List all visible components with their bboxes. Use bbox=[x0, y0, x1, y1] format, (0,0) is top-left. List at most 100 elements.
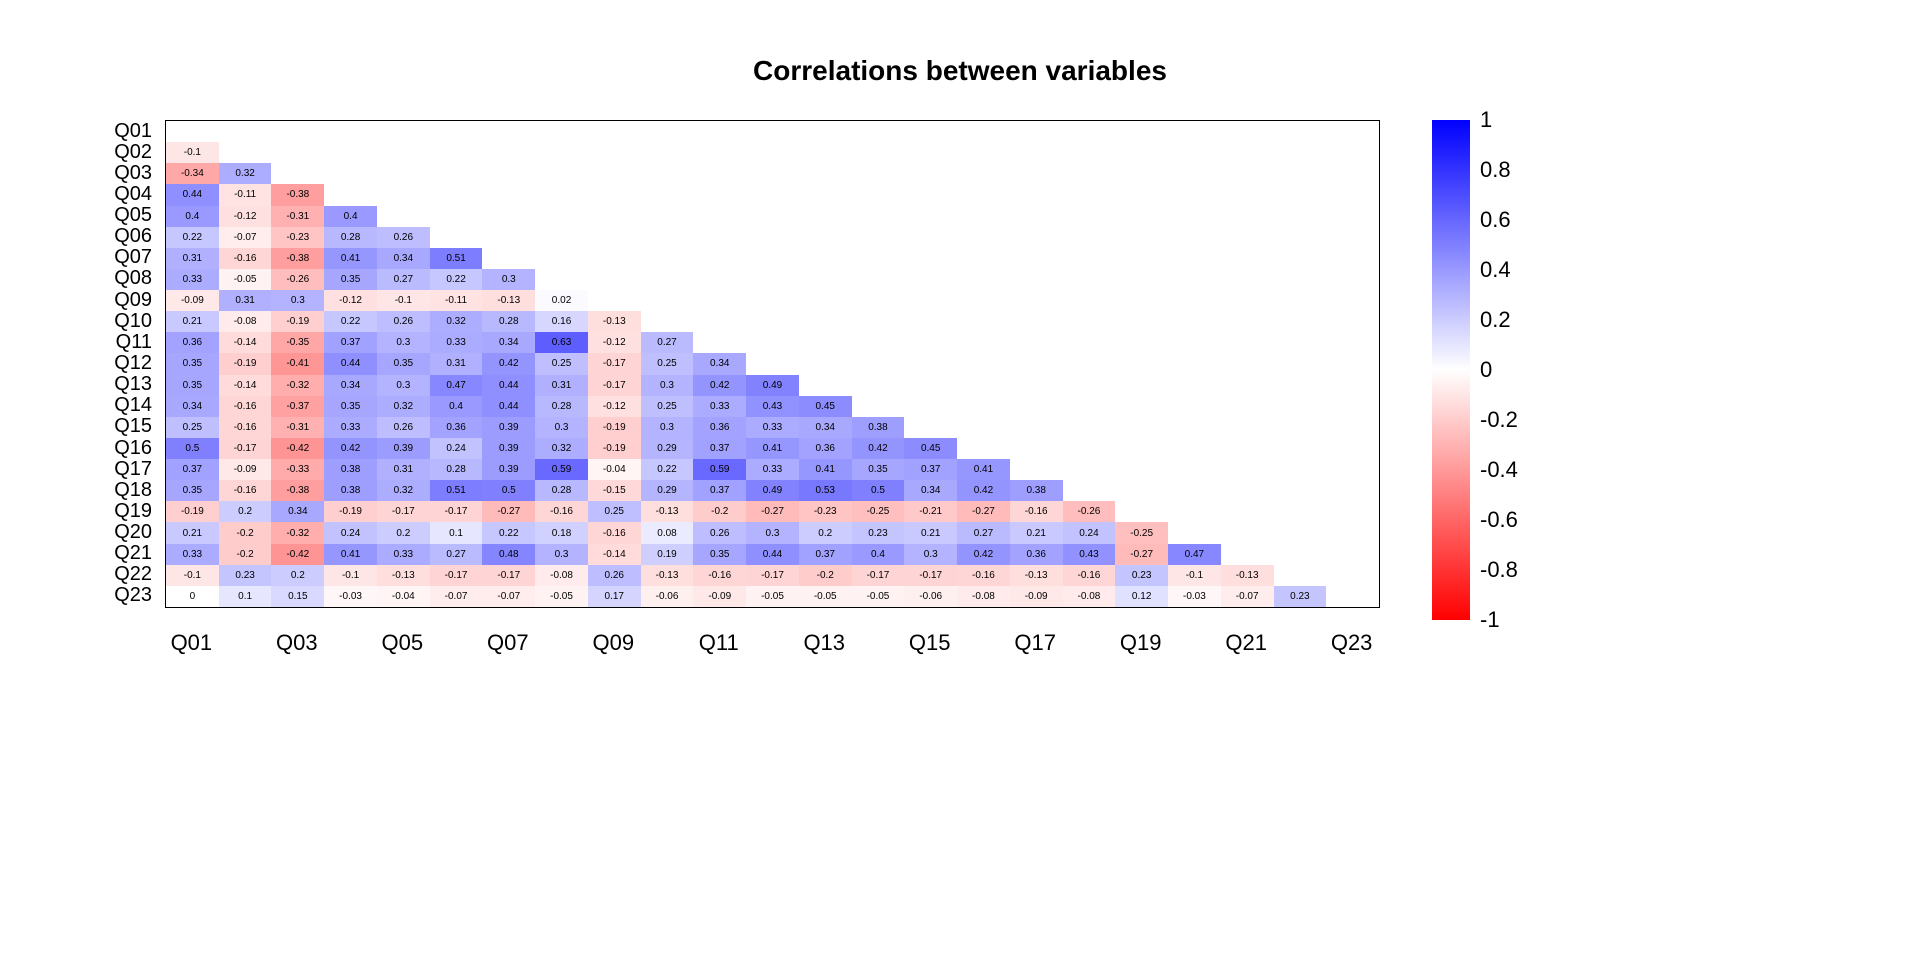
heatmap-cell: -0.19 bbox=[588, 417, 641, 438]
heatmap-cell: 0.28 bbox=[430, 459, 483, 480]
heatmap-cell: 0.34 bbox=[377, 248, 430, 269]
heatmap-cell: 0.19 bbox=[641, 544, 694, 565]
heatmap-cell: -0.27 bbox=[746, 501, 799, 522]
y-axis-labels: Q01Q02Q03Q04Q05Q06Q07Q08Q09Q10Q11Q12Q13Q… bbox=[0, 120, 160, 608]
heatmap-cell: -0.07 bbox=[219, 227, 272, 248]
heatmap-cell: -0.2 bbox=[693, 501, 746, 522]
heatmap-cell: -0.38 bbox=[271, 184, 324, 205]
heatmap-cell: 0.32 bbox=[377, 480, 430, 501]
heatmap-cell: 0.35 bbox=[166, 480, 219, 501]
heatmap-cell: -0.1 bbox=[324, 565, 377, 586]
heatmap-cell: 0.23 bbox=[1274, 586, 1327, 607]
heatmap-cell: -0.11 bbox=[430, 290, 483, 311]
heatmap-cell: -0.09 bbox=[693, 586, 746, 607]
heatmap-cell: 0.34 bbox=[904, 480, 957, 501]
heatmap-cell: -0.23 bbox=[271, 227, 324, 248]
heatmap-cell: 0.21 bbox=[166, 311, 219, 332]
colorbar-tick-label: -0.4 bbox=[1480, 457, 1518, 483]
heatmap-cell: -0.17 bbox=[482, 565, 535, 586]
heatmap-cell: 0.31 bbox=[166, 248, 219, 269]
x-tick-label: Q07 bbox=[487, 630, 529, 656]
heatmap-cell: -0.06 bbox=[641, 586, 694, 607]
colorbar-ticks: -1-0.8-0.6-0.4-0.200.20.40.60.81 bbox=[1480, 120, 1560, 620]
heatmap-cell: -0.04 bbox=[377, 586, 430, 607]
heatmap-cell: 0.28 bbox=[535, 396, 588, 417]
heatmap-cell: 0.42 bbox=[957, 544, 1010, 565]
x-tick-label: Q15 bbox=[909, 630, 951, 656]
heatmap-cell: 0.33 bbox=[166, 269, 219, 290]
heatmap-cell: 0.12 bbox=[1115, 586, 1168, 607]
heatmap-cell: 0.08 bbox=[641, 522, 694, 543]
heatmap-cell: 0.28 bbox=[324, 227, 377, 248]
heatmap-cell: -0.42 bbox=[271, 438, 324, 459]
heatmap-cell: 0.42 bbox=[852, 438, 905, 459]
y-tick-label: Q14 bbox=[114, 394, 152, 417]
heatmap-cell: 0.22 bbox=[482, 522, 535, 543]
heatmap-cell: 0.33 bbox=[746, 417, 799, 438]
heatmap-cell: -0.13 bbox=[641, 565, 694, 586]
heatmap-cell: 0.38 bbox=[852, 417, 905, 438]
heatmap-cell: -0.25 bbox=[1115, 522, 1168, 543]
heatmap-cell: 0.36 bbox=[430, 417, 483, 438]
heatmap-cell: -0.09 bbox=[1010, 586, 1063, 607]
heatmap-cell: -0.31 bbox=[271, 417, 324, 438]
heatmap-cell: -0.09 bbox=[219, 459, 272, 480]
heatmap-cell: 0.15 bbox=[271, 586, 324, 607]
heatmap-cell: -0.26 bbox=[271, 269, 324, 290]
heatmap-cell: 0.02 bbox=[535, 290, 588, 311]
heatmap-cell: -0.13 bbox=[1221, 565, 1274, 586]
colorbar-tick-label: -1 bbox=[1480, 607, 1500, 633]
heatmap-cell: 0.3 bbox=[641, 375, 694, 396]
colorbar-tick-label: 0.4 bbox=[1480, 257, 1511, 283]
heatmap-cell: 0.31 bbox=[219, 290, 272, 311]
heatmap-cell: 0.63 bbox=[535, 332, 588, 353]
heatmap-cell: -0.17 bbox=[588, 353, 641, 374]
heatmap-cell: -0.19 bbox=[588, 438, 641, 459]
heatmap-cell: -0.32 bbox=[271, 522, 324, 543]
heatmap-cell: 0.3 bbox=[271, 290, 324, 311]
heatmap-cell: 0.34 bbox=[482, 332, 535, 353]
heatmap-cell: 0.45 bbox=[799, 396, 852, 417]
heatmap-cell: 0.32 bbox=[219, 163, 272, 184]
heatmap-cell: -0.32 bbox=[271, 375, 324, 396]
heatmap-cell: -0.13 bbox=[1010, 565, 1063, 586]
heatmap-cell: 0 bbox=[166, 586, 219, 607]
heatmap-cell: -0.2 bbox=[219, 522, 272, 543]
heatmap-plot-area: -0.1-0.340.320.44-0.11-0.380.4-0.12-0.31… bbox=[165, 120, 1380, 608]
heatmap-cell: 0.51 bbox=[430, 248, 483, 269]
heatmap-cell: 0.36 bbox=[166, 332, 219, 353]
heatmap-cell: 0.26 bbox=[377, 417, 430, 438]
heatmap-cell: 0.44 bbox=[482, 396, 535, 417]
y-tick-label: Q05 bbox=[114, 204, 152, 227]
y-tick-label: Q16 bbox=[114, 437, 152, 460]
heatmap-cell: 0.3 bbox=[535, 417, 588, 438]
heatmap-cell: 0.37 bbox=[904, 459, 957, 480]
heatmap-cell: 0.33 bbox=[746, 459, 799, 480]
colorbar-tick-label: -0.6 bbox=[1480, 507, 1518, 533]
heatmap-cell: 0.22 bbox=[430, 269, 483, 290]
y-tick-label: Q10 bbox=[114, 310, 152, 333]
heatmap-cell: 0.44 bbox=[324, 353, 377, 374]
y-tick-label: Q01 bbox=[114, 120, 152, 143]
heatmap-cell: 0.35 bbox=[324, 396, 377, 417]
heatmap-cell: 0.36 bbox=[1010, 544, 1063, 565]
heatmap-cell: 0.35 bbox=[166, 353, 219, 374]
heatmap-cell: 0.5 bbox=[166, 438, 219, 459]
heatmap-cell: -0.17 bbox=[588, 375, 641, 396]
y-tick-label: Q04 bbox=[114, 183, 152, 206]
heatmap-cell: 0.34 bbox=[166, 396, 219, 417]
colorbar-tick-label: 1 bbox=[1480, 107, 1492, 133]
y-tick-label: Q23 bbox=[114, 584, 152, 607]
heatmap-cell: 0.4 bbox=[852, 544, 905, 565]
heatmap-cell: -0.05 bbox=[852, 586, 905, 607]
heatmap-cell: -0.13 bbox=[641, 501, 694, 522]
heatmap-cell: 0.47 bbox=[1168, 544, 1221, 565]
heatmap-cell: 0.59 bbox=[693, 459, 746, 480]
heatmap-cell: -0.41 bbox=[271, 353, 324, 374]
heatmap-cell: 0.22 bbox=[166, 227, 219, 248]
heatmap-cell: -0.17 bbox=[904, 565, 957, 586]
heatmap-cell: 0.33 bbox=[166, 544, 219, 565]
heatmap-cell: -0.11 bbox=[219, 184, 272, 205]
heatmap-cell: 0.29 bbox=[641, 438, 694, 459]
heatmap-cell: -0.16 bbox=[1063, 565, 1116, 586]
